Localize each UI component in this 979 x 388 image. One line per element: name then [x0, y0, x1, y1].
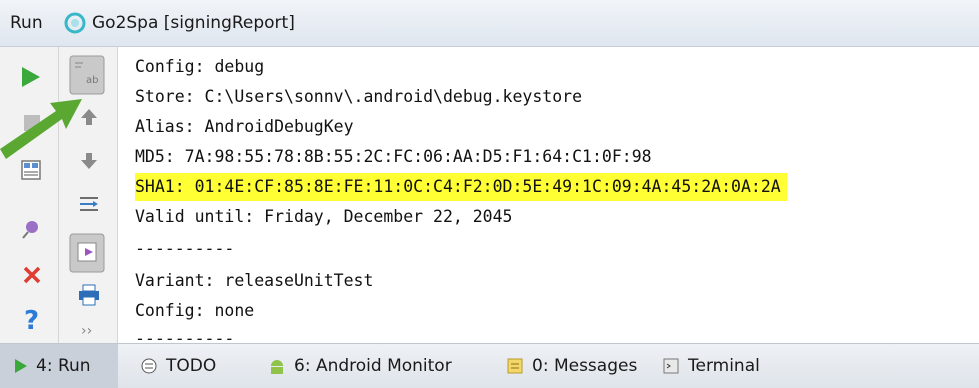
use-soft-wraps-icon[interactable]: [69, 233, 105, 273]
tab-messages[interactable]: 0: Messages: [506, 344, 637, 388]
more-icon[interactable]: ››: [81, 323, 92, 339]
svg-text:?: ?: [24, 306, 39, 333]
tab-todo[interactable]: TODO: [140, 344, 216, 388]
console-line: Config: none: [135, 301, 255, 320]
tab-run[interactable]: 4: Run: [0, 344, 118, 388]
console-line: Alias: AndroidDebugKey: [135, 117, 354, 136]
console-line: MD5: 7A:98:55:78:8B:55:2C:FC:06:AA:D5:F1…: [135, 147, 652, 166]
console-line: Variant: releaseUnitTest: [135, 271, 374, 290]
run-tool-window-header: Run Go2Spa [signingReport]: [0, 0, 979, 47]
tab-terminal-label: Terminal: [688, 356, 760, 376]
scroll-to-end-icon[interactable]: [77, 193, 101, 217]
annotation-arrow: [0, 99, 82, 159]
console-line: Store: C:\Users\sonnv\.android\debug.key…: [135, 87, 583, 106]
console-line: Config: debug: [135, 57, 265, 76]
tab-todo-label: TODO: [166, 356, 217, 376]
process-label[interactable]: Go2Spa [signingReport]: [92, 13, 295, 33]
tab-messages-label: 0: Messages: [532, 356, 638, 376]
tab-run-label: 4: Run: [36, 356, 91, 376]
console-line: Valid until: Friday, December 22, 2045: [135, 207, 513, 226]
messages-icon: [507, 358, 523, 374]
help-icon[interactable]: ?: [22, 305, 42, 333]
todo-icon: [141, 358, 157, 374]
pin-icon[interactable]: [20, 217, 44, 241]
terminal-icon: [663, 358, 679, 374]
print-icon[interactable]: [77, 283, 101, 307]
tab-terminal[interactable]: Terminal: [662, 344, 760, 388]
android-icon: [271, 360, 283, 374]
tab-android-monitor[interactable]: 6: Android Monitor: [268, 344, 452, 388]
process-status-icon: [64, 12, 86, 34]
run-icon: [15, 359, 27, 373]
run-label: Run: [10, 13, 43, 33]
console-output[interactable]: Config: debug Store: C:\Users\sonnv\.and…: [118, 47, 979, 348]
console-line-highlighted: SHA1: 01:4E:CF:85:8E:FE:11:0C:C4:F2:0D:5…: [135, 173, 787, 201]
close-icon[interactable]: [22, 265, 42, 285]
console-line: ----------: [135, 239, 235, 258]
tool-window-bar: 4: Run TODO 6: Android Monitor 0: Messag…: [0, 343, 979, 388]
tab-android-monitor-label: 6: Android Monitor: [294, 356, 452, 376]
